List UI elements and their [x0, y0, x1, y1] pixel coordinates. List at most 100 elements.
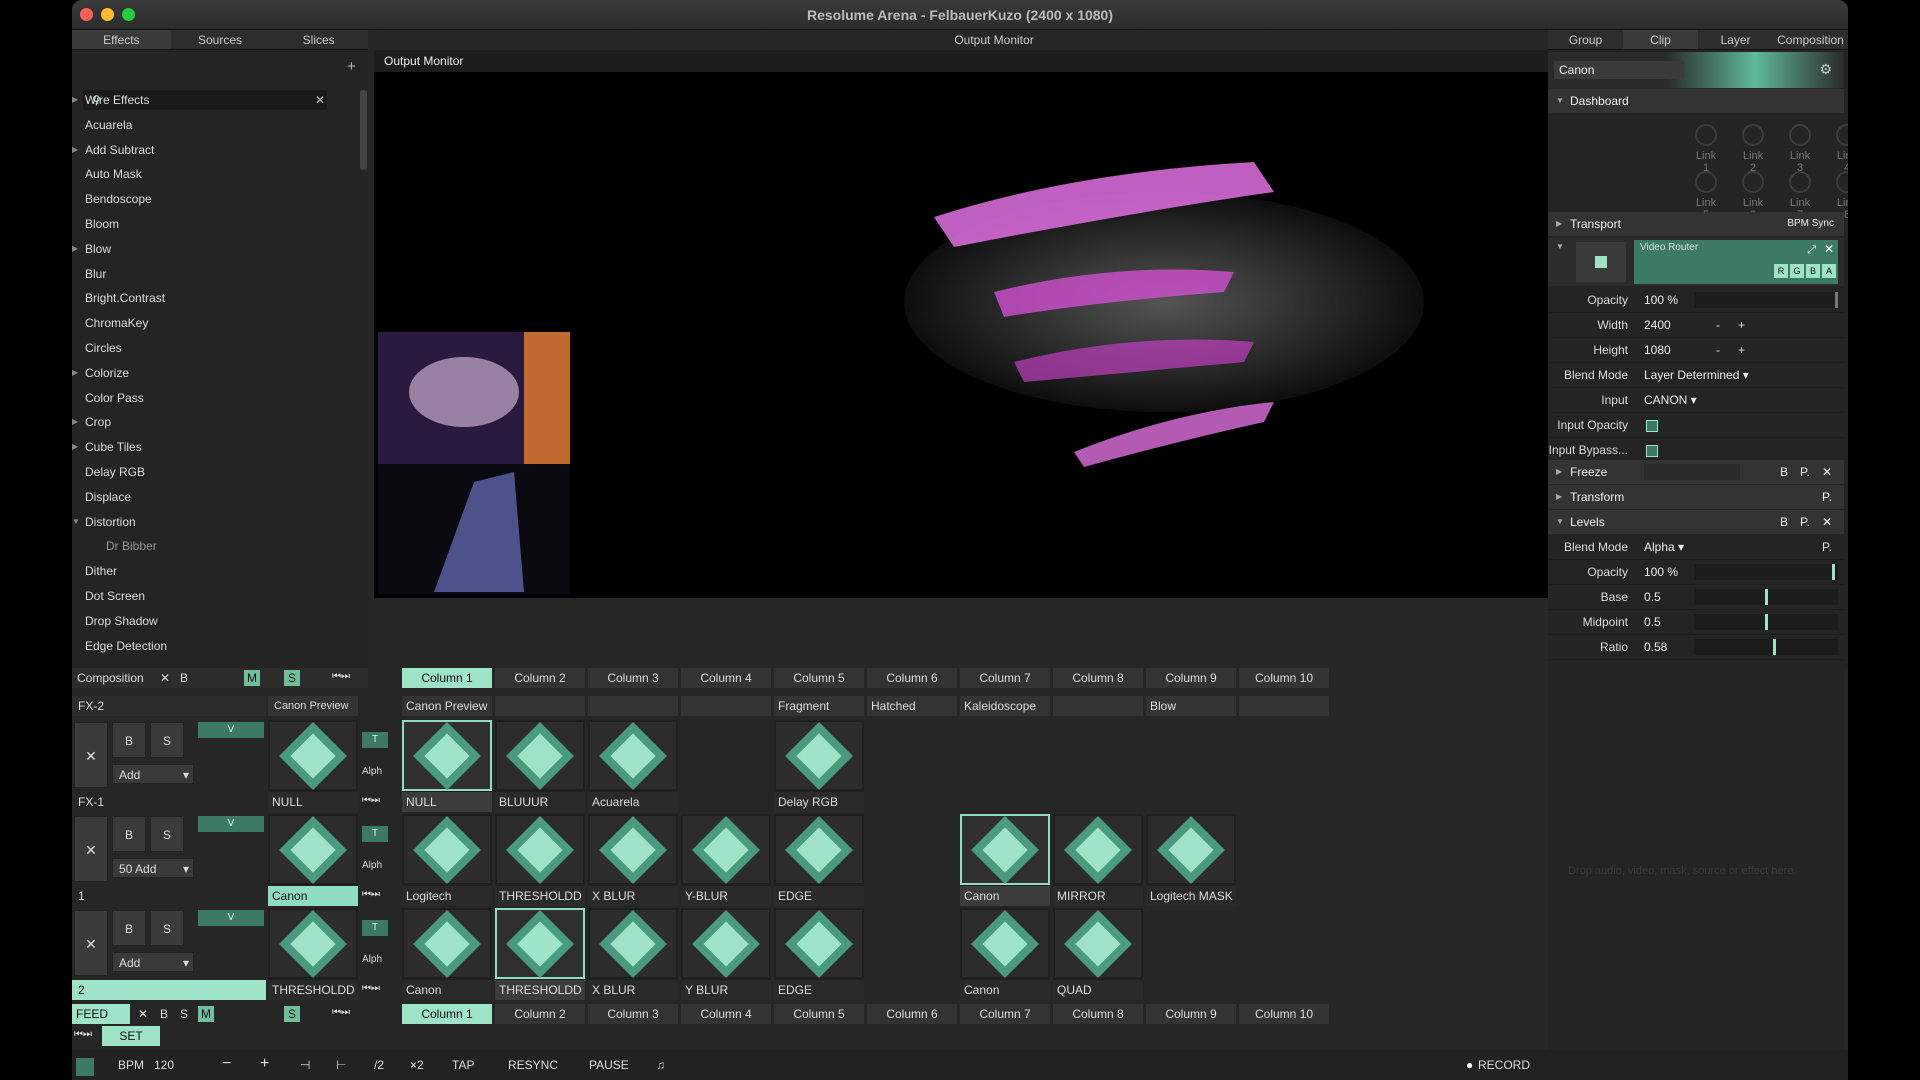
metronome-icon[interactable]: ♫	[656, 1058, 665, 1072]
expand-router-icon[interactable]: ⤢	[1807, 244, 1816, 257]
pause-button[interactable]: PAUSE	[589, 1058, 629, 1072]
effect-crop[interactable]: ▶ Crop	[72, 410, 358, 435]
clip-null[interactable]: NULL	[402, 720, 492, 812]
layer-clear-button[interactable]: ✕	[74, 816, 108, 882]
deck-solo-button[interactable]: S	[180, 1007, 188, 1021]
effect-bendoscope[interactable]: Bendoscope	[72, 187, 358, 212]
clip-canon[interactable]: Canon	[402, 908, 492, 1000]
increment-button[interactable]: +	[1738, 313, 1745, 338]
clip-acuarela[interactable]: Acuarela	[588, 720, 678, 812]
effect-dot-screen[interactable]: Dot Screen	[72, 584, 358, 609]
tab-sources[interactable]: Sources	[171, 30, 270, 49]
column-header-column-8[interactable]: Column 8	[1053, 668, 1143, 688]
group-cell-1[interactable]: Canon Preview	[402, 696, 492, 716]
drop-zone[interactable]: Drop audio, video, mask, source or effec…	[1548, 665, 1844, 1050]
tab-group[interactable]: Group	[1548, 30, 1623, 49]
effect-circles[interactable]: Circles	[72, 336, 358, 361]
channel-b-button[interactable]: B	[1806, 264, 1820, 278]
layer-preview[interactable]: THRESHOLDD	[268, 908, 358, 1000]
prop-value[interactable]: 1080	[1644, 338, 1671, 363]
layer-transition-toggle[interactable]: T	[362, 920, 388, 936]
layer-video-toggle[interactable]: V	[198, 910, 264, 926]
group-cell-6[interactable]: Hatched	[867, 696, 957, 716]
effect-cube-tiles[interactable]: ▶ Cube Tiles	[72, 435, 358, 460]
video-router-thumb[interactable]	[1576, 242, 1626, 282]
prop-slider[interactable]	[1694, 292, 1838, 308]
dashboard-link-2[interactable]: Link 2	[1739, 124, 1767, 174]
tab-composition[interactable]: Composition	[1773, 30, 1848, 49]
transform-section[interactable]: ▶ Transform P.	[1548, 485, 1844, 509]
column-footer-column-1[interactable]: Column 1	[402, 1004, 492, 1024]
effect-chromakey[interactable]: ChromaKey	[72, 311, 358, 336]
clip-thresholdd[interactable]: THRESHOLDD	[495, 814, 585, 906]
layer-preview[interactable]: Canon	[268, 814, 358, 906]
layer-transition-toggle[interactable]: T	[362, 826, 388, 842]
column-footer-column-4[interactable]: Column 4	[681, 1004, 771, 1024]
group-cell-10[interactable]	[1239, 696, 1329, 716]
prev-next-icons[interactable]: ⏮⏭	[362, 983, 380, 994]
effect-distortion[interactable]: ▼ Distortion	[72, 510, 358, 535]
bypass-button[interactable]: B	[1780, 510, 1788, 534]
empty-clip-slot[interactable]	[1146, 720, 1236, 812]
empty-clip-slot[interactable]	[867, 908, 957, 1000]
column-footer-column-2[interactable]: Column 2	[495, 1004, 585, 1024]
dashboard-link-3[interactable]: Link 3	[1786, 124, 1814, 174]
prev-next-icons[interactable]: ⏮⏭	[362, 889, 380, 900]
layer-alpha-label[interactable]: Alph	[362, 860, 392, 871]
transport-section[interactable]: ▶ Transport BPM Sync	[1548, 212, 1844, 236]
effects-scrollbar[interactable]	[360, 90, 367, 170]
column-header-column-9[interactable]: Column 9	[1146, 668, 1236, 688]
layer-alpha-label[interactable]: Alph	[362, 766, 392, 777]
column-header-column-6[interactable]: Column 6	[867, 668, 957, 688]
effect-color-pass[interactable]: Color Pass	[72, 386, 358, 411]
prev-next-icons[interactable]: ⏮⏭	[74, 1029, 92, 1040]
effect-edge-detection[interactable]: Edge Detection	[72, 634, 358, 659]
column-header-column-10[interactable]: Column 10	[1239, 668, 1329, 688]
tab-clip[interactable]: Clip	[1623, 30, 1698, 49]
nudge-back-icon[interactable]: ⊣	[300, 1058, 310, 1072]
channel-r-button[interactable]: R	[1774, 264, 1788, 278]
remove-effect-icon[interactable]: ✕	[1822, 460, 1832, 484]
prop-slider[interactable]	[1694, 639, 1838, 655]
expand-icon[interactable]: ▶	[72, 88, 78, 113]
layer-transition-toggle[interactable]: T	[362, 732, 388, 748]
deck-clear-button[interactable]: ✕	[138, 1007, 148, 1021]
column-footer-column-5[interactable]: Column 5	[774, 1004, 864, 1024]
tab-layer[interactable]: Layer	[1698, 30, 1773, 49]
layer-video-toggle[interactable]: V	[198, 816, 264, 832]
prop-slider[interactable]	[1694, 614, 1838, 630]
empty-clip-slot[interactable]	[1053, 720, 1143, 812]
clip-edge[interactable]: EDGE	[774, 814, 864, 906]
prop-value[interactable]: 0.58	[1644, 635, 1667, 660]
bpm-plus-button[interactable]: +	[260, 1055, 269, 1073]
empty-clip-slot[interactable]	[867, 720, 957, 812]
group-cell-9[interactable]: Blow	[1146, 696, 1236, 716]
clip-y-blur[interactable]: Y BLUR	[681, 908, 771, 1000]
layer-name[interactable]: 2	[72, 980, 266, 1000]
channel-a-button[interactable]: A	[1822, 264, 1836, 278]
clip-thresholdd[interactable]: THRESHOLDD	[495, 908, 585, 1000]
remove-router-icon[interactable]: ✕	[1824, 242, 1834, 256]
levels-section[interactable]: ▼ Levels B P. ✕	[1548, 510, 1844, 534]
tab-slices[interactable]: Slices	[269, 30, 368, 49]
prop-value[interactable]: 100 %	[1644, 560, 1678, 585]
prev-next-icons[interactable]: ⏮⏭	[332, 671, 350, 682]
add-icon[interactable]: +	[347, 58, 356, 75]
deck-solo2-button[interactable]: S	[284, 1006, 300, 1022]
bpm-minus-button[interactable]: −	[222, 1055, 231, 1073]
increment-button[interactable]: +	[1738, 338, 1745, 363]
freeze-slider[interactable]	[1644, 464, 1740, 480]
param-button[interactable]: P.	[1822, 485, 1832, 509]
column-footer-column-6[interactable]: Column 6	[867, 1004, 957, 1024]
effect-colorize[interactable]: ▶ Colorize	[72, 361, 358, 386]
remove-effect-icon[interactable]: ✕	[1822, 510, 1832, 534]
clip-delay-rgb[interactable]: Delay RGB	[774, 720, 864, 812]
column-header-column-2[interactable]: Column 2	[495, 668, 585, 688]
clip-bluuur[interactable]: BLUUUR	[495, 720, 585, 812]
freeze-section[interactable]: ▶ Freeze B P. ✕	[1548, 460, 1844, 484]
clip-y-blur[interactable]: Y-BLUR	[681, 814, 771, 906]
collapse-icon[interactable]: ▼	[72, 510, 80, 535]
empty-clip-slot[interactable]	[1239, 814, 1329, 906]
layer-alpha-label[interactable]: Alph	[362, 954, 392, 965]
prop-checkbox[interactable]	[1646, 445, 1658, 457]
